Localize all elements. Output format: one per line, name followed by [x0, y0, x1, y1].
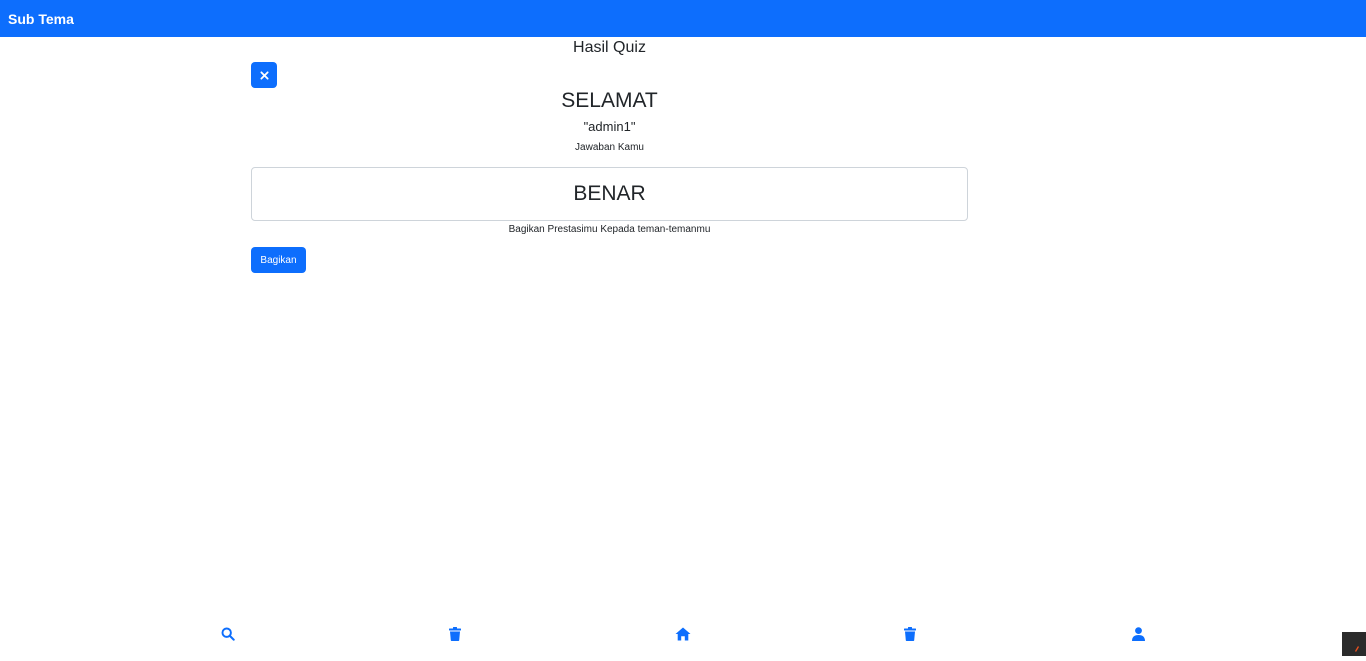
congrats-heading: SELAMAT [561, 89, 658, 112]
trash-icon [904, 627, 916, 641]
nav-trash-2[interactable] [902, 626, 918, 642]
trash-icon [449, 627, 461, 641]
bottom-nav [0, 620, 1366, 650]
search-icon [221, 627, 235, 641]
close-button[interactable] [251, 62, 277, 88]
top-navbar: Sub Tema [0, 0, 1366, 37]
result-value: BENAR [573, 182, 646, 205]
nav-search[interactable] [220, 626, 236, 642]
close-icon [259, 70, 269, 80]
page-title: Hasil Quiz [573, 39, 646, 56]
nav-profile[interactable] [1130, 626, 1146, 642]
answer-label: Jawaban Kamu [575, 142, 644, 153]
nav-home[interactable] [675, 626, 691, 642]
username-label: "admin1" [583, 119, 636, 134]
share-button[interactable]: Bagikan [251, 247, 306, 273]
result-box: BENAR [251, 167, 968, 221]
navbar-title: Sub Tema [8, 10, 74, 27]
user-icon [1131, 627, 1145, 641]
share-prompt: Bagikan Prestasimu Kepada teman-temanmu [508, 224, 711, 235]
brush-icon [1355, 646, 1359, 652]
home-icon [675, 627, 691, 641]
corner-widget[interactable] [1342, 632, 1366, 656]
nav-trash-1[interactable] [447, 626, 463, 642]
